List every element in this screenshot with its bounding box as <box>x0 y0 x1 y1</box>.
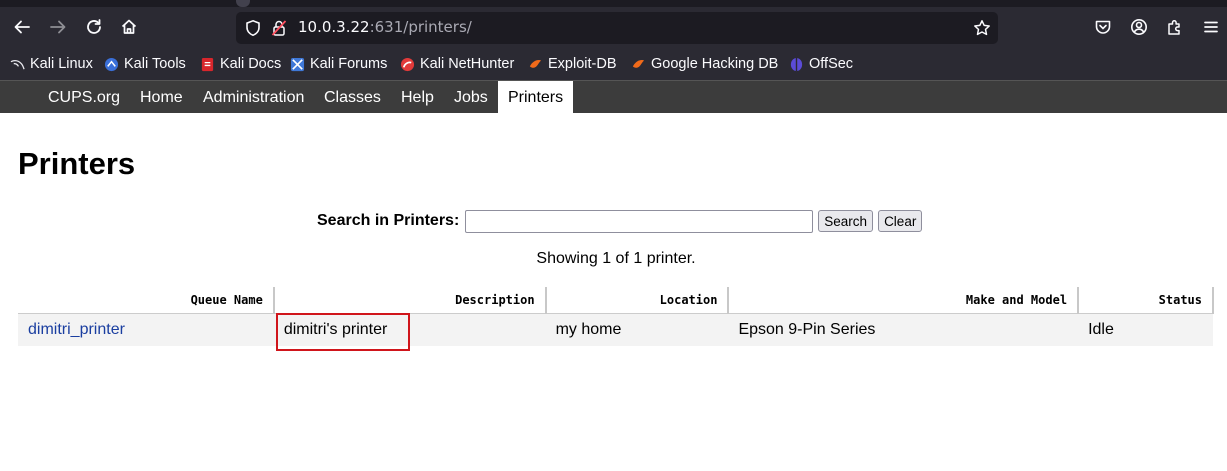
extensions-button[interactable] <box>1160 12 1190 42</box>
bookmark-exploit-db[interactable]: Exploit-DB <box>528 54 617 74</box>
kali-dragon-icon <box>10 59 25 69</box>
nethunter-icon <box>400 57 415 71</box>
hamburger-menu-icon <box>1204 21 1218 33</box>
bookmarks-toolbar: Kali Linux Kali Tools Kali Docs Kali For… <box>0 50 1227 78</box>
clear-button[interactable]: Clear <box>878 210 923 232</box>
nav-cups-org[interactable]: CUPS.org <box>38 81 130 114</box>
arrow-right-icon <box>50 20 66 34</box>
bookmark-label: Exploit-DB <box>548 56 617 72</box>
column-header-make-model[interactable]: Make and Model <box>728 287 1080 314</box>
printers-table: Queue Name Description Location Make and… <box>18 287 1214 346</box>
reload-button[interactable] <box>79 12 109 42</box>
puzzle-icon <box>1168 19 1180 35</box>
bookmark-google-hacking-db[interactable]: Google Hacking DB <box>631 54 778 74</box>
nav-classes[interactable]: Classes <box>314 81 391 114</box>
nav-help[interactable]: Help <box>391 81 444 114</box>
pocket-button[interactable] <box>1088 12 1118 42</box>
kali-tools-icon <box>104 57 119 71</box>
make-model-cell: Epson 9-Pin Series <box>728 313 1079 346</box>
nav-jobs[interactable]: Jobs <box>444 81 498 114</box>
search-button[interactable]: Search <box>818 210 874 232</box>
home-icon <box>121 19 137 34</box>
bookmark-kali-forums[interactable]: Kali Forums <box>290 54 387 74</box>
url-text[interactable]: 10.0.3.22:631/printers/ <box>298 18 472 36</box>
column-header-description[interactable]: Description <box>273 287 547 314</box>
location-cell: my home <box>545 313 729 346</box>
status-cell: Idle <box>1078 313 1213 346</box>
bookmark-kali-linux[interactable]: Kali Linux <box>10 54 93 74</box>
kali-docs-icon <box>201 57 214 71</box>
bookmark-label: Kali Linux <box>30 56 93 72</box>
kali-forums-icon <box>290 57 305 71</box>
nav-printers[interactable]: Printers <box>498 81 574 114</box>
reload-icon <box>87 19 101 34</box>
browser-toolbar: 10.0.3.22:631/printers/ Kali Linux Kali … <box>0 0 1227 80</box>
ghdb-icon <box>632 59 645 68</box>
arrow-left-icon <box>14 20 30 34</box>
search-input[interactable] <box>465 209 814 233</box>
url-path: :631/printers/ <box>369 18 472 36</box>
nav-home[interactable]: Home <box>130 81 193 114</box>
cups-nav-bar: CUPS.org Home Administration Classes Hel… <box>0 80 1227 114</box>
bookmark-kali-docs[interactable]: Kali Docs <box>200 54 281 74</box>
account-button[interactable] <box>1124 12 1154 42</box>
account-icon <box>1131 19 1147 35</box>
back-button[interactable] <box>7 12 37 42</box>
table-row: dimitri_printer dimitri's printer my hom… <box>18 313 1213 346</box>
search-label: Search in Printers: <box>317 212 460 229</box>
column-header-location[interactable]: Location <box>545 287 730 314</box>
column-header-queue-name[interactable]: Queue Name <box>18 287 275 314</box>
menu-button[interactable] <box>1196 12 1226 42</box>
shield-icon[interactable] <box>244 19 262 37</box>
printer-link[interactable]: dimitri_printer <box>28 321 125 338</box>
bookmark-star-icon[interactable] <box>973 19 991 37</box>
pocket-icon <box>1095 20 1111 34</box>
bookmark-label: Kali Forums <box>310 56 388 72</box>
table-header-row: Queue Name Description Location Make and… <box>18 287 1214 314</box>
results-count: Showing 1 of 1 printer. <box>536 250 696 267</box>
nav-administration[interactable]: Administration <box>193 81 314 114</box>
bookmark-label: Kali NetHunter <box>420 56 515 72</box>
bookmark-offsec[interactable]: OffSec <box>789 54 853 74</box>
search-form: Search in Printers: Search Clear <box>317 209 923 233</box>
bookmark-label: OffSec <box>809 56 854 72</box>
bookmark-kali-nethunter[interactable]: Kali NetHunter <box>400 54 514 74</box>
page-title: Printers <box>18 146 136 181</box>
queue-name-cell: dimitri_printer <box>18 313 274 346</box>
bookmark-label: Kali Docs <box>220 56 282 72</box>
highlight-box <box>276 313 410 351</box>
bookmark-label: Google Hacking DB <box>651 56 779 72</box>
tab-strip <box>0 0 1227 7</box>
address-bar[interactable]: 10.0.3.22:631/printers/ <box>236 12 998 44</box>
bookmark-label: Kali Tools <box>124 56 186 72</box>
column-header-status[interactable]: Status <box>1078 287 1214 314</box>
offsec-icon <box>790 57 803 71</box>
bookmark-kali-tools[interactable]: Kali Tools <box>104 54 186 74</box>
forward-button[interactable] <box>43 12 73 42</box>
exploitdb-icon <box>529 59 542 68</box>
url-host: 10.0.3.22 <box>298 18 370 36</box>
insecure-lock-icon[interactable] <box>270 19 288 37</box>
home-button[interactable] <box>114 12 144 42</box>
